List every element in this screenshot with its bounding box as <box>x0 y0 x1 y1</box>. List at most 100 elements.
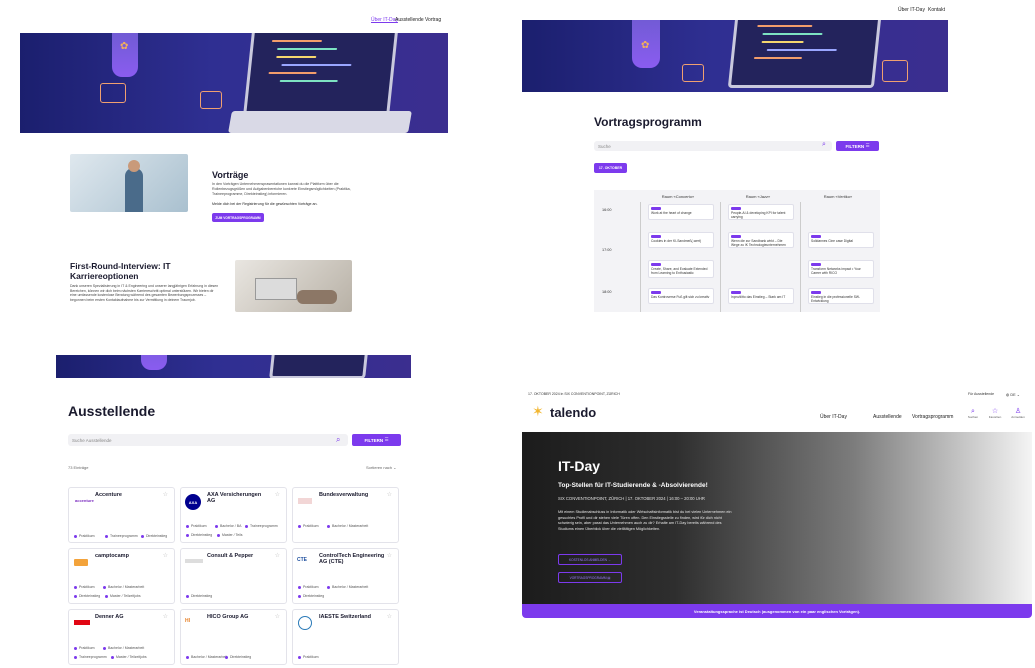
landing-hero: IT-Day Top-Stellen für IT-Studierende & … <box>522 432 1032 604</box>
company-logo <box>74 559 88 566</box>
exhibitors-filter-button[interactable]: FILTERN ☰ <box>352 434 401 446</box>
room-header: Raum «Jazz» <box>745 194 771 199</box>
exhibitors-search-input[interactable]: Suche Ausstellende <box>68 434 348 446</box>
talks-title: Vorträge <box>212 170 249 180</box>
interview-body: Dank unseren Spezialisierung in IT & Eng… <box>70 284 219 303</box>
star-icon: ☆ <box>991 408 999 415</box>
nav-link-exhibitors[interactable]: Ausstellende <box>873 414 902 420</box>
favorite-star-icon[interactable]: ☆ <box>163 491 168 498</box>
nav-link-talks[interactable]: Vortrag <box>425 17 441 23</box>
company-logo <box>298 498 312 504</box>
register-button[interactable]: KOSTENLOS ANMELDEN → <box>558 554 622 565</box>
search-icon[interactable]: ⌕ <box>336 435 340 445</box>
speaker-figure <box>125 168 143 212</box>
talk-slot[interactable]: Transform Networks impact • Your Career … <box>808 260 874 278</box>
hero-date: SIX CONVENTIONPOINT, ZÜRICH | 17. OKTOBE… <box>558 496 705 501</box>
talk-slot[interactable]: Einstieg in die professionelle SW-Entwic… <box>808 288 874 304</box>
program-button[interactable]: VORTRAGSPROGRAMM ▤ <box>558 572 622 583</box>
favorite-star-icon[interactable]: ☆ <box>387 491 392 498</box>
search-icon: ⌕ <box>971 408 975 415</box>
program-filter-button[interactable]: FILTERN ☰ <box>836 141 879 151</box>
company-logo <box>298 616 312 630</box>
time-label: 18:00 <box>602 290 612 294</box>
exhibitor-link[interactable]: Für Ausstellende <box>968 392 994 396</box>
talk-slot[interactable]: Work at the heart of change <box>648 204 714 220</box>
program-title: Vortragsprogramm <box>594 115 702 129</box>
chevron-down-icon: ⌄ <box>393 465 397 470</box>
talk-slot[interactable]: People-AI & developing KPI for talent ca… <box>728 204 794 220</box>
talk-slot[interactable]: Create, Share, and Evaluate Extended fro… <box>648 260 714 278</box>
panel-about: Über IT-Day Ausstellende Vortrag ✿ Vortr… <box>20 10 448 312</box>
company-logo <box>74 620 90 625</box>
nav-link-exhibitors[interactable]: Ausstellende <box>395 17 424 23</box>
favorite-star-icon[interactable]: ☆ <box>387 552 392 559</box>
cup-shape <box>112 33 138 77</box>
event-topbar: 17. OKTOBER 2024 in SIX CONVENTIONPOINT,… <box>528 392 620 396</box>
filter-icon: ☰ <box>384 437 389 442</box>
exhibitor-card[interactable]: AXA AXA Versicherungen AG ☆ Praktikum Ba… <box>180 487 287 543</box>
favorite-star-icon[interactable]: ☆ <box>387 613 392 620</box>
company-logo: HI <box>185 618 190 624</box>
talk-slot[interactable]: Cookies in der KI-Sandmeß(-wert) <box>648 232 714 248</box>
favorite-star-icon[interactable]: ☆ <box>275 613 280 620</box>
time-label: 17:00 <box>602 248 612 252</box>
nav-link-program[interactable]: Vortragsprogramm <box>912 414 953 420</box>
nav-link-contact[interactable]: Kontakt <box>928 7 945 13</box>
paw-icon: ✿ <box>641 40 650 51</box>
exhibitor-card[interactable]: CTE ControlTech Engineering AG (CTE) ☆ P… <box>292 548 399 604</box>
laptop-screen <box>243 33 399 115</box>
language-switch[interactable]: ◍ DE ⌄ <box>1006 392 1020 397</box>
calendar-icon: ▤ <box>607 575 611 580</box>
exhibitor-card[interactable]: IAESTE Switzerland ☆ Praktikum <box>292 609 399 665</box>
date-chip[interactable]: 17. OKTOBER <box>594 163 627 173</box>
favorites-button[interactable]: ☆ Favoriten <box>986 408 1004 419</box>
favorite-star-icon[interactable]: ☆ <box>163 552 168 559</box>
talk-slot[interactable]: Inpro/ditto das Einstieg – Stark am IT <box>728 288 794 304</box>
nav-link-about[interactable]: Über IT-Day <box>898 7 925 13</box>
talk-slot[interactable]: Solidannes Cine case Digital <box>808 232 874 248</box>
favorite-star-icon[interactable]: ☆ <box>275 491 280 498</box>
company-logo: AXA <box>185 494 201 510</box>
exhibitor-card[interactable]: camptocamp ☆ Praktikum Bachelor / Master… <box>68 548 175 604</box>
result-count: 73 Einträge <box>68 465 89 470</box>
panel-landing: 17. OKTOBER 2024 in SIX CONVENTIONPOINT,… <box>522 388 1035 620</box>
user-icon: ♙ <box>1014 408 1022 415</box>
talks-image <box>70 154 188 212</box>
hero-subtitle: Top-Stellen für IT-Studierende & -Absolv… <box>558 482 708 489</box>
laptop-base <box>228 111 412 133</box>
panel-program: Über IT-Day Kontakt ✿ Vortragsprogramm S… <box>522 0 952 312</box>
cup-shape <box>141 355 167 370</box>
time-label: 16:00 <box>602 208 612 212</box>
laptop-screen <box>727 20 883 88</box>
talks-body: In den Vorträgen Unternehmensprasentatio… <box>212 182 351 196</box>
panel-exhibitors: Ausstellende Suche Ausstellende ⌕ FILTER… <box>56 355 416 668</box>
search-button[interactable]: ⌕ Suchen <box>965 408 981 419</box>
nav-link-about[interactable]: Über IT-Day <box>820 414 847 420</box>
favorite-star-icon[interactable]: ☆ <box>163 613 168 620</box>
exhibitor-card[interactable]: Consult & Pepper ☆ Direkteinstieg <box>180 548 287 604</box>
search-icon[interactable]: ⌕ <box>822 141 826 149</box>
brand-name: talendo <box>550 405 597 420</box>
language-banner: Veranstaltungssprache ist Deutsch (ausge… <box>522 604 1032 618</box>
talks-program-button[interactable]: ZUM VORTRAGSPROGRAMM <box>212 213 264 222</box>
login-button[interactable]: ♙ Anmelden <box>1008 408 1028 419</box>
nav-link-about[interactable]: Über IT-Day <box>371 17 398 23</box>
favorite-star-icon[interactable]: ☆ <box>275 552 280 559</box>
globe-icon: ◍ <box>1006 393 1010 397</box>
hero-image: ✿ <box>20 33 448 133</box>
schedule-grid: Raum «Concerto» Raum «Jazz» Raum «Vertik… <box>594 190 880 312</box>
talk-slot[interactable]: Wenn die zur Sandbank wirkt – Die Wege z… <box>728 232 794 248</box>
exhibitor-card[interactable]: Denner AG ☆ Praktikum Bachelor / Mastera… <box>68 609 175 665</box>
company-logo: CTE <box>297 557 307 563</box>
exhibitor-card[interactable]: HI HICO Group AG ☆ Bachelor / Masterarbe… <box>180 609 287 665</box>
program-search-input[interactable]: Suche <box>594 141 832 151</box>
exhibitors-title: Ausstellende <box>68 403 156 419</box>
talk-slot[interactable]: Das Kontroverse Fuß gilt sich zu kreativ <box>648 288 714 304</box>
room-header: Raum «Vertiko» <box>823 194 853 199</box>
exhibitor-card[interactable]: accenture Accenture ☆ Praktikum Traineep… <box>68 487 175 543</box>
hero-image: ✿ <box>522 20 948 92</box>
exhibitor-card[interactable]: Bundesverwaltung ☆ Praktikum Bachelor / … <box>292 487 399 543</box>
laptop-screen <box>269 355 369 378</box>
sort-dropdown[interactable]: Sortieren nach ⌄ <box>366 465 397 470</box>
company-logo <box>185 559 203 563</box>
